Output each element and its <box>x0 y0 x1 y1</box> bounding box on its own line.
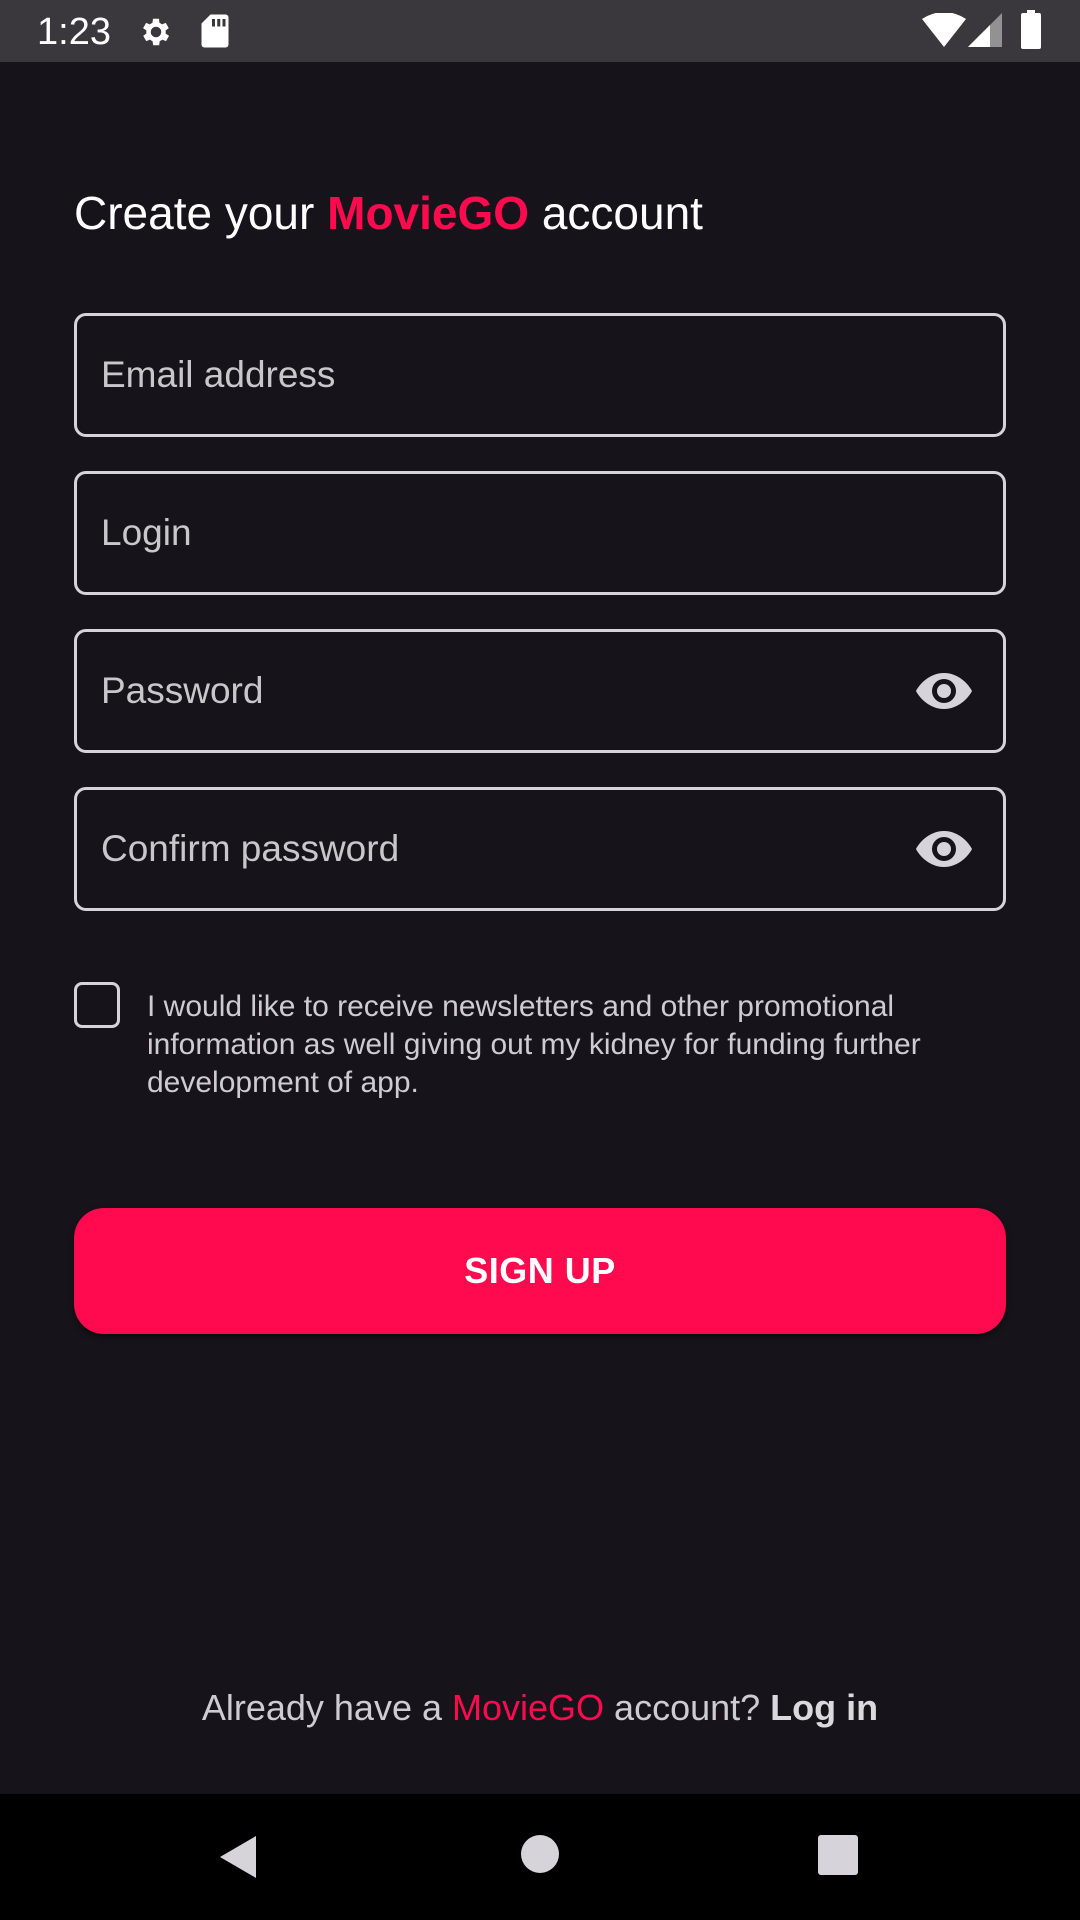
battery-icon <box>1021 10 1041 49</box>
cell-signal-icon <box>968 13 1002 47</box>
confirm-password-input[interactable] <box>101 790 921 908</box>
back-icon[interactable] <box>216 1834 260 1880</box>
show-password-eye-icon[interactable] <box>915 669 973 713</box>
system-nav-bar <box>0 1794 1080 1920</box>
login-prompt: Already have a MovieGO account? Log in <box>0 1686 1080 1730</box>
status-bar: 1:23 <box>0 0 1080 62</box>
newsletter-checkbox[interactable] <box>74 982 120 1028</box>
login-link[interactable]: Log in <box>770 1687 878 1728</box>
email-field <box>74 313 1006 437</box>
show-confirm-password-eye-icon[interactable] <box>915 827 973 871</box>
login-input[interactable] <box>101 474 921 592</box>
login-prompt-brand: MovieGO <box>452 1687 605 1728</box>
login-prompt-prefix: Already have a <box>201 1687 452 1728</box>
title-prefix: Create your <box>74 187 328 239</box>
password-input[interactable] <box>101 632 921 750</box>
gear-icon <box>143 18 170 46</box>
password-field <box>74 629 1006 753</box>
signup-button[interactable]: SIGN UP <box>74 1208 1006 1334</box>
wifi-icon <box>922 13 966 47</box>
confirm-password-field <box>74 787 1006 911</box>
login-field <box>74 471 1006 595</box>
signup-screen: 1:23 Create your MovieGO account Email a… <box>0 0 1080 1920</box>
page-title: Create your MovieGO account <box>74 183 703 243</box>
email-input[interactable] <box>101 316 921 434</box>
home-icon[interactable] <box>520 1834 560 1874</box>
title-suffix: account <box>529 187 703 239</box>
status-time: 1:23 <box>37 11 111 53</box>
login-prompt-middle: account? <box>604 1687 771 1728</box>
recents-icon[interactable] <box>817 1834 859 1876</box>
sd-card-icon <box>201 14 229 48</box>
title-brand: MovieGO <box>327 187 530 239</box>
newsletter-label[interactable]: I would like to receive newsletters and … <box>147 988 1007 1102</box>
